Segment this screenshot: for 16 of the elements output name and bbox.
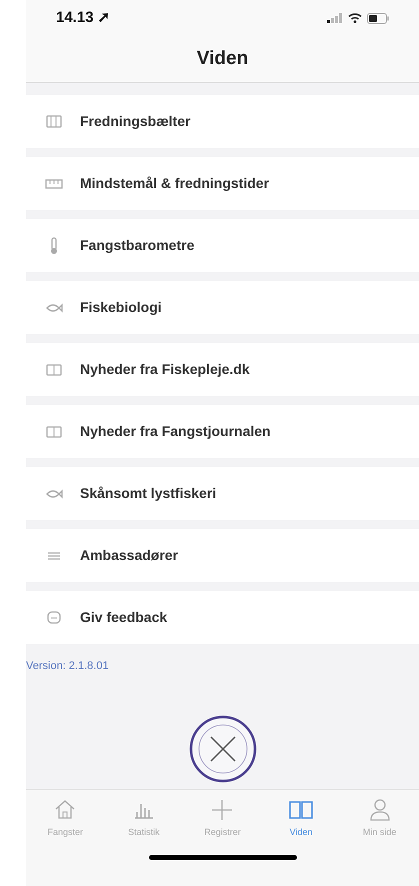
status-time: 14.13 ➚ [56, 8, 111, 28]
signal-icon [327, 13, 343, 23]
menu-item[interactable]: Nyheder fra Fiskepleje.dk [26, 343, 419, 396]
menu-item[interactable]: Fangstbarometre [26, 219, 419, 272]
battery-icon [367, 12, 389, 24]
version-text: Version: 2.1.8.01 [26, 659, 109, 674]
menu-item[interactable]: Fredningsbælter [26, 95, 419, 148]
menu-item[interactable]: Ambassadører [26, 529, 419, 582]
menu-item[interactable]: Fiskebiologi [26, 281, 419, 334]
menu-item[interactable]: Mindstemål & fredningstider [26, 157, 419, 210]
wifi-icon [348, 13, 362, 23]
menu-item[interactable]: Nyheder fra Fangstjournalen [26, 405, 419, 458]
menu-item[interactable]: Giv feedback [26, 591, 419, 644]
logo-drawing [188, 714, 256, 782]
screen-title: Viden [196, 46, 248, 71]
menu-item[interactable]: Skånsomt lystfiskeri [26, 467, 419, 520]
